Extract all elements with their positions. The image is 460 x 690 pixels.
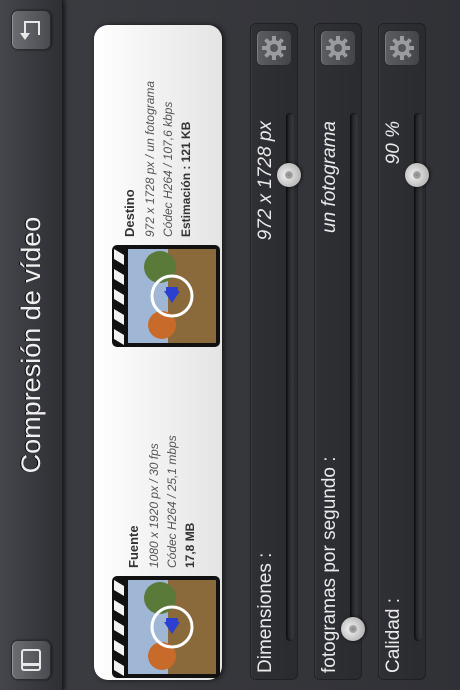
dimensions-settings-button[interactable] [256,30,292,66]
quality-settings-button[interactable] [384,30,420,66]
destination-video-thumbnail[interactable] [112,245,220,347]
page-title: Compresión de vídeo [16,216,46,474]
source-codec: Códec H264 / 25,1 mbps [165,435,179,568]
setting-value: un fotograma [319,121,340,233]
slider-thumb[interactable] [277,163,301,188]
dimensions-slider[interactable] [277,113,301,641]
destination-codec: Códec H264 / 107,6 kbps [161,101,175,237]
destination-estimate: Estimación : 121 KB [179,121,193,237]
fps-settings-button[interactable] [320,30,356,66]
source-video-thumbnail[interactable] [112,576,220,678]
setting-value: 972 x 1728 px [255,121,276,241]
source-resolution: 1080 x 1920 px / 30 fps [147,443,161,568]
destination-title: Destino [122,189,137,237]
setting-label: Dimensiones : [255,552,276,673]
setting-row-quality: Calidad : 90 % [378,23,429,680]
setting-label: fotogramas por segundo : [319,456,340,673]
back-button[interactable] [11,10,51,50]
slider-thumb[interactable] [405,163,429,188]
video-info-panel: Fuente 1080 x 1920 px / 30 fps Códec H26… [94,25,222,680]
source-info: Fuente 1080 x 1920 px / 30 fps Códec H26… [126,435,199,568]
source-title: Fuente [126,525,141,568]
setting-row-fps: fotogramas por segundo : un fotograma [314,23,365,680]
quality-slider[interactable] [405,113,429,641]
setting-value: 90 % [383,121,404,165]
slider-thumb[interactable] [341,617,365,641]
destination-info: Destino 972 x 1728 px / un fotograma Cód… [122,81,195,237]
fps-slider[interactable] [341,113,365,641]
sidebar-button[interactable] [11,640,51,680]
title-bar: Compresión de vídeo [0,0,63,690]
setting-label: Calidad : [383,598,404,673]
source-size: 17,8 MB [183,522,197,568]
app-screen: Compresión de vídeo Fuente 1080 x 1920 p… [0,0,460,690]
destination-resolution: 972 x 1728 px / un fotograma [143,80,157,237]
setting-row-dimensions: Dimensiones : 972 x 1728 px [250,23,301,680]
